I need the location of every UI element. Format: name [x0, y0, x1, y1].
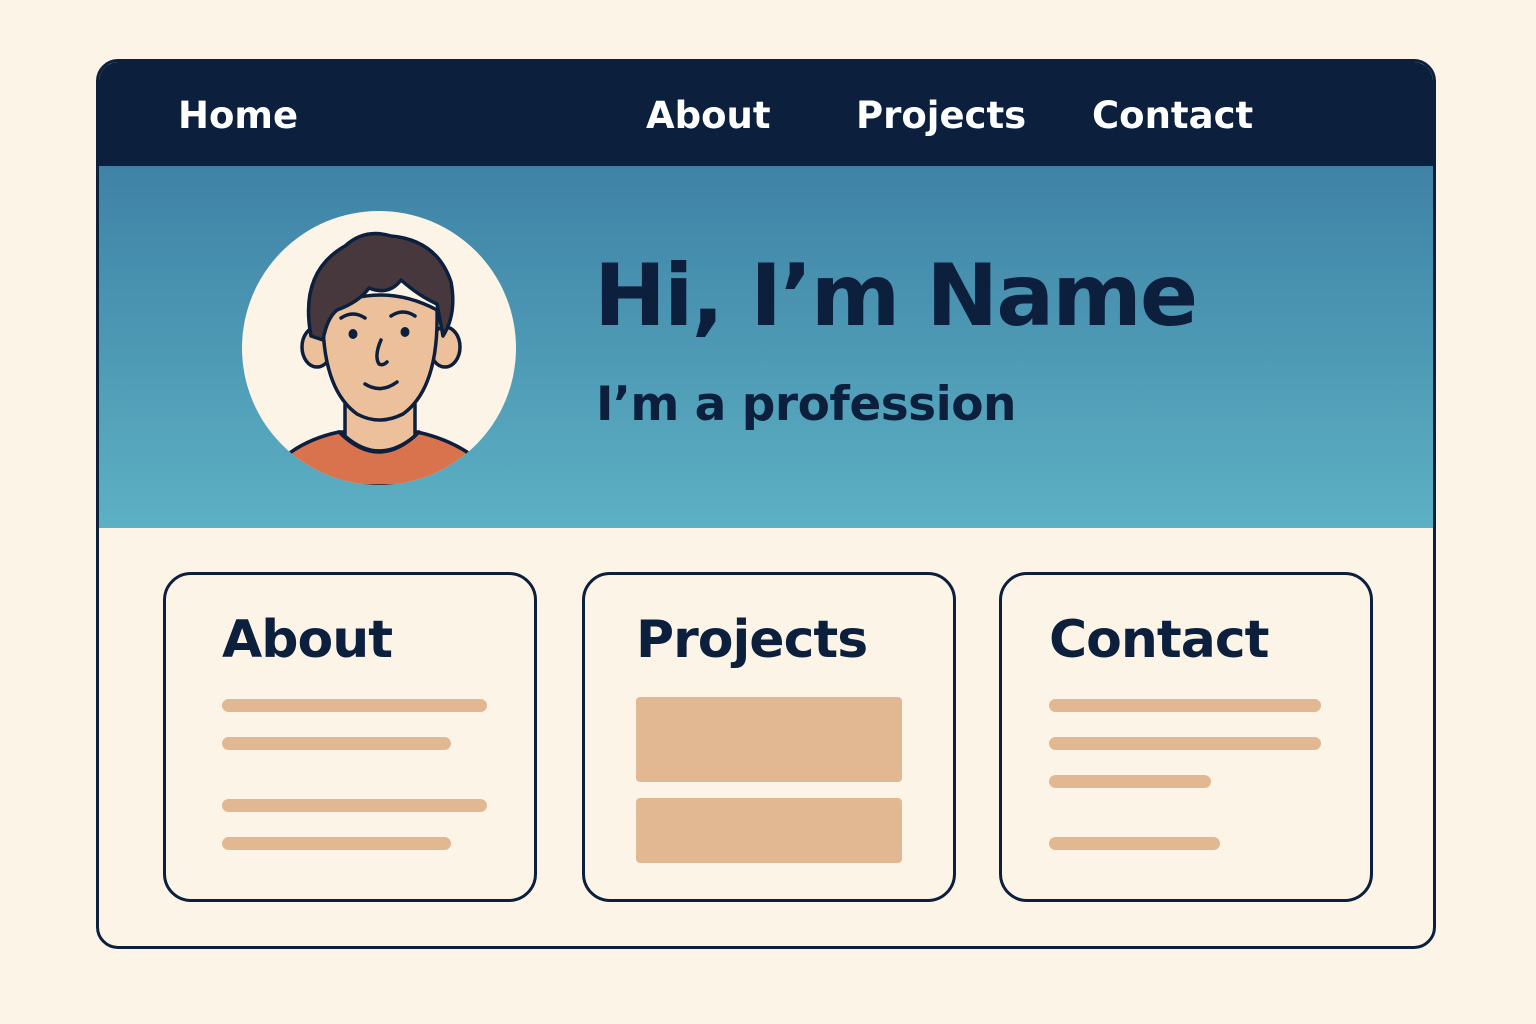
browser-window: Home About Projects Contact Hi, I’m Name…: [96, 59, 1436, 949]
about-card-title: About: [222, 610, 393, 670]
about-card[interactable]: About: [163, 572, 537, 902]
project-thumbnail-placeholder: [636, 697, 902, 782]
hero-title: Hi, I’m Name: [594, 246, 1198, 346]
avatar-illustration-icon: [242, 211, 516, 485]
avatar: [241, 210, 517, 486]
hero-subtitle: I’m a profession: [596, 377, 1017, 432]
navbar: Home About Projects Contact: [99, 62, 1433, 166]
nav-link-about[interactable]: About: [646, 62, 771, 166]
hero-section: Hi, I’m Name I’m a profession: [99, 166, 1433, 528]
nav-link-projects[interactable]: Projects: [856, 62, 1026, 166]
text-placeholder-line: [1049, 699, 1321, 712]
text-placeholder-line: [222, 837, 451, 850]
text-placeholder-line: [1049, 775, 1211, 788]
projects-card[interactable]: Projects: [582, 572, 956, 902]
text-placeholder-line: [222, 799, 487, 812]
contact-card[interactable]: Contact: [999, 572, 1373, 902]
text-placeholder-line: [1049, 737, 1321, 750]
nav-link-home[interactable]: Home: [178, 62, 298, 166]
text-placeholder-line: [1049, 837, 1220, 850]
contact-card-title: Contact: [1049, 610, 1270, 670]
nav-link-contact[interactable]: Contact: [1092, 62, 1253, 166]
text-placeholder-line: [222, 737, 451, 750]
text-placeholder-line: [222, 699, 487, 712]
project-thumbnail-placeholder: [636, 798, 902, 863]
projects-card-title: Projects: [636, 610, 868, 670]
